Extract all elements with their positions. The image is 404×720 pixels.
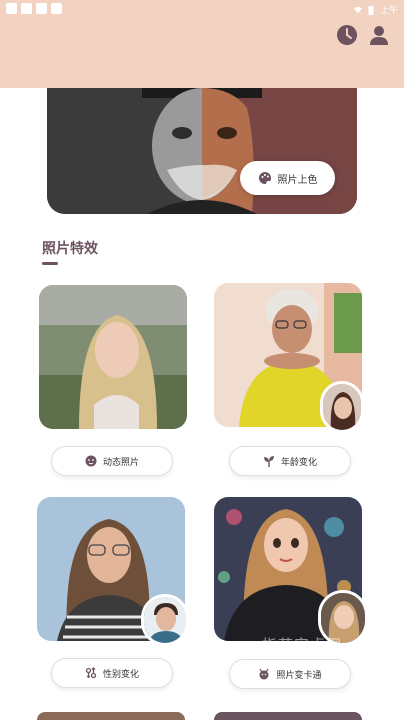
age-change-label: 年龄变化 xyxy=(280,457,317,468)
colorize-button[interactable]: 照片上色 xyxy=(240,161,335,195)
notification-icon xyxy=(51,3,62,14)
profile-button[interactable] xyxy=(366,22,392,48)
colorize-label: 照片上色 xyxy=(277,174,318,186)
cartoon-icon xyxy=(258,668,270,680)
gender-change-label: 性别变化 xyxy=(102,669,139,680)
dynamic-photo-label: 动态照片 xyxy=(102,457,139,468)
status-bar: 上午 xyxy=(0,0,404,18)
history-button[interactable] xyxy=(334,22,360,48)
dynamic-photo-card[interactable] xyxy=(39,285,187,429)
age-result-avatar xyxy=(320,381,364,433)
cartoon-label: 照片变卡通 xyxy=(276,670,322,681)
age-change-button[interactable]: 年龄变化 xyxy=(229,446,351,476)
notification-icons xyxy=(6,3,62,14)
notification-icon xyxy=(21,3,32,14)
notification-icon xyxy=(36,3,47,14)
section-title: 照片特效 xyxy=(42,241,98,257)
wifi-icon xyxy=(353,6,362,13)
gender-icon xyxy=(85,667,97,679)
notification-icon xyxy=(6,3,17,14)
gender-change-button[interactable]: 性别变化 xyxy=(51,658,173,688)
old-man-photo xyxy=(47,88,357,214)
battery-icon xyxy=(368,5,374,15)
blonde-woman-photo xyxy=(39,285,187,429)
gender-result-avatar xyxy=(141,594,189,646)
colorize-banner[interactable] xyxy=(47,88,357,214)
next-card-right[interactable] xyxy=(214,712,362,720)
watermark: 指苗安卓网 xyxy=(262,636,343,654)
clock-time: 上午 xyxy=(379,6,398,16)
clock-icon xyxy=(337,25,357,45)
app-header: 上午 xyxy=(0,0,404,88)
user-icon xyxy=(370,26,388,45)
section-underline xyxy=(42,262,58,265)
cartoon-button[interactable]: 照片变卡通 xyxy=(229,659,351,689)
sprout-icon xyxy=(263,455,275,467)
palette-icon xyxy=(258,171,271,184)
face-icon xyxy=(85,455,97,467)
dynamic-photo-button[interactable]: 动态照片 xyxy=(51,446,173,476)
next-card-left[interactable] xyxy=(37,712,185,720)
status-right: 上午 xyxy=(353,3,398,16)
